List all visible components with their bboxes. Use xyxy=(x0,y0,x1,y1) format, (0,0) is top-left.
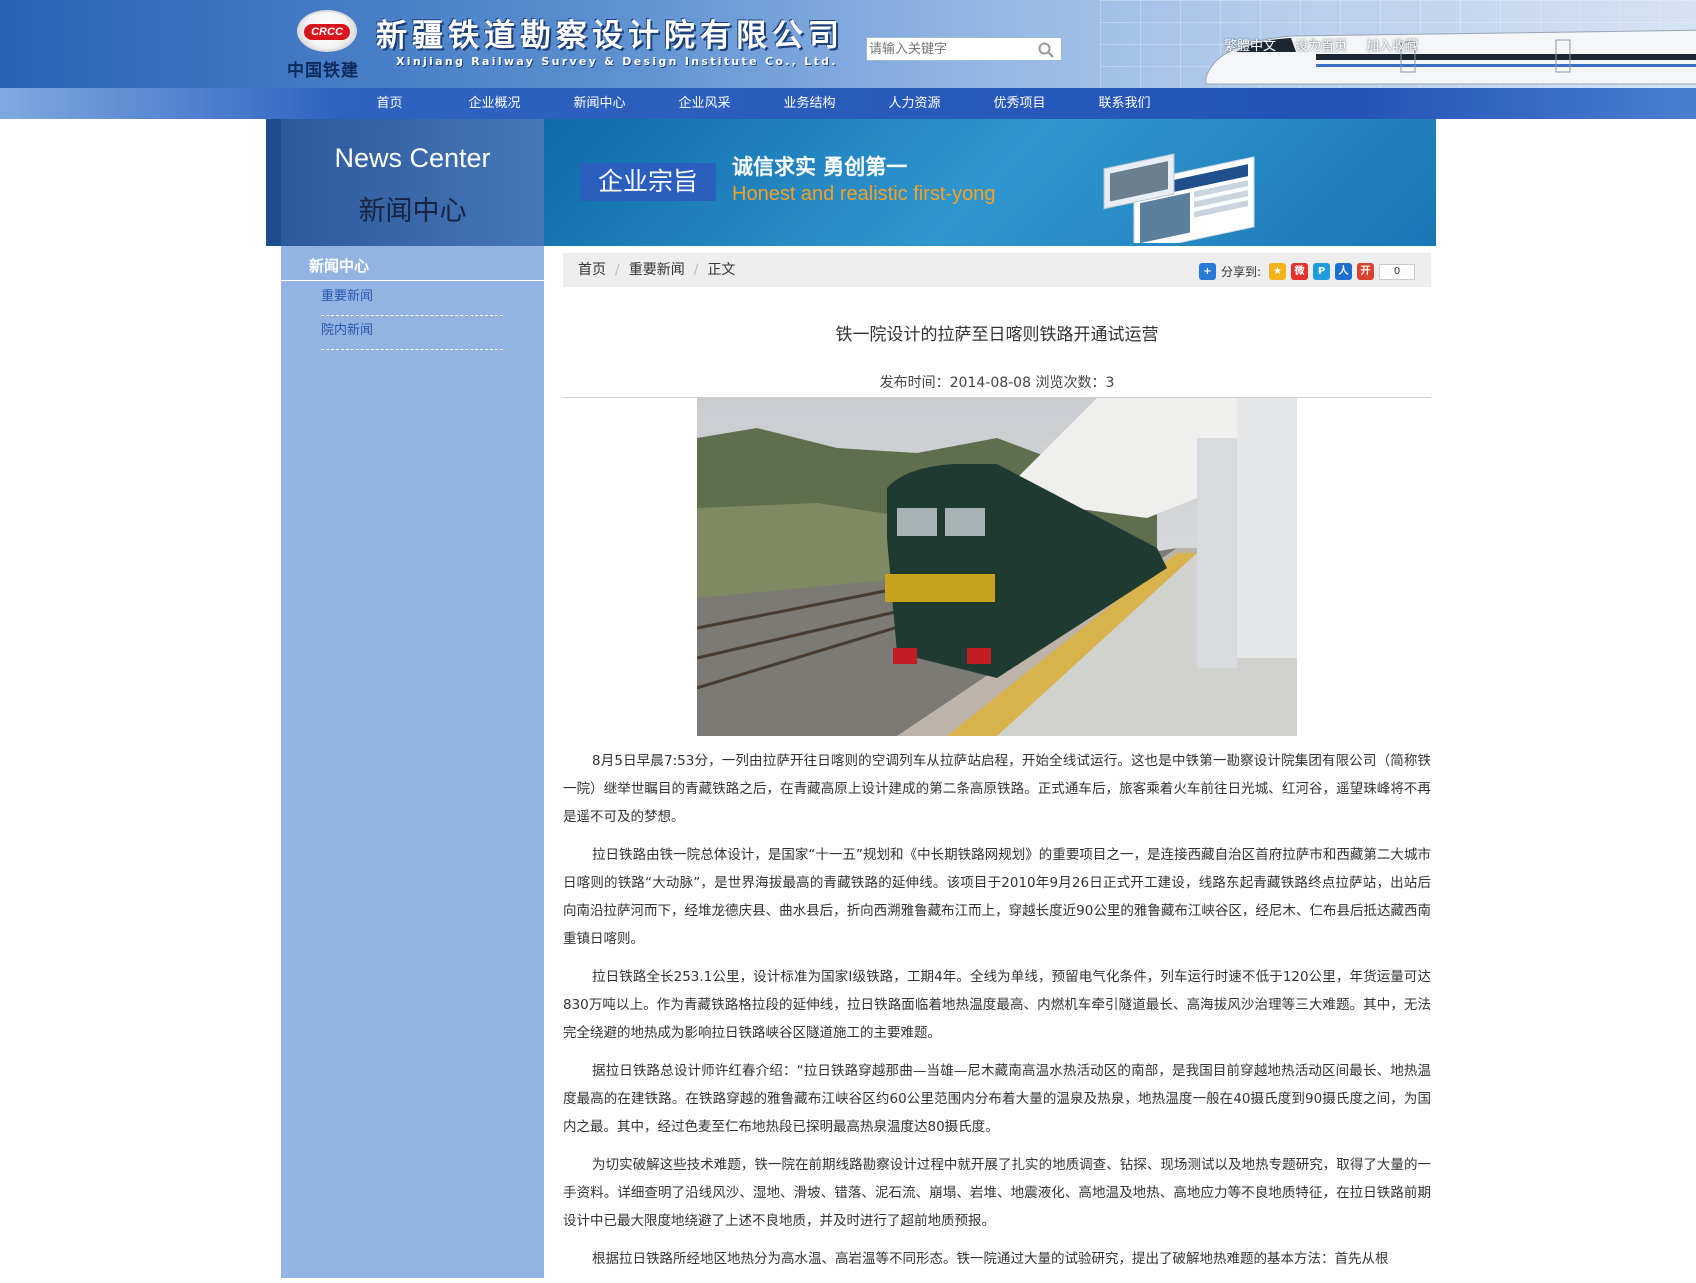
article-paragraph: 据拉日铁路总设计师许红春介绍：“拉日铁路穿越那曲—当雄—尼木藏南高温水热活动区的… xyxy=(563,1063,1431,1135)
nav-item-overview[interactable]: 企业概况 xyxy=(442,88,547,119)
renren-share-icon[interactable]: 人 xyxy=(1335,263,1352,280)
motto-en: Honest and realistic first-yong xyxy=(732,183,996,205)
nav-item-projects[interactable]: 优秀项目 xyxy=(967,88,1072,119)
crcc-logo[interactable]: CRCC 中国铁建 xyxy=(287,8,367,81)
weibo-share-icon[interactable]: 微 xyxy=(1291,263,1308,280)
qzone-share-icon[interactable]: ★ xyxy=(1269,263,1286,280)
logo-badge: CRCC xyxy=(304,24,350,40)
nav-item-contact[interactable]: 联系我们 xyxy=(1072,88,1177,119)
breadcrumb-bar: 首页 / 重要新闻 / 正文 + 分享到: ★ 微 P 人开 0 xyxy=(563,253,1431,287)
globe-emblem-icon: CRCC xyxy=(297,10,357,52)
sidebar: 新闻中心 重要新闻 院内新闻 xyxy=(281,246,544,1278)
breadcrumb-home[interactable]: 首页 xyxy=(578,262,606,278)
sidebar-item-important-news[interactable]: 重要新闻 xyxy=(321,282,503,316)
article-paragraph: 拉日铁路全长253.1公里，设计标准为国家Ⅰ级铁路，工期4年。全线为单线，预留电… xyxy=(563,969,1431,1041)
link-add-favorite[interactable]: 加入收藏 xyxy=(1366,39,1418,54)
share-toolbar: + 分享到: ★ 微 P 人开 0 xyxy=(1198,261,1415,281)
motto-banner: 企业宗旨 诚信求实 勇创第一 Honest and realistic firs… xyxy=(544,119,1436,246)
article-meta: 发布时间：2014-08-08 浏览次数：3 xyxy=(879,375,1115,391)
article-body: 8月5日早晨7:53分，一列由拉萨开往日喀则的空调列车从拉萨站启程，开始全线试运… xyxy=(563,747,1431,1283)
breadcrumb-separator: / xyxy=(693,262,699,278)
article-paragraph: 为切实破解这些技术难题，铁一院在前期线路勘察设计过程中就开展了扎实的地质调查、钻… xyxy=(563,1157,1431,1229)
search-icon[interactable] xyxy=(1037,41,1055,59)
section-banner-title: News Center 新闻中心 xyxy=(266,119,544,246)
nav-item-home[interactable]: 首页 xyxy=(337,88,442,119)
article-paragraph: 根据拉日铁路所经地区地热分为高水温、高岩温等不同形态。铁一院通过大量的试验研究，… xyxy=(592,1251,1389,1267)
article-title: 铁一院设计的拉萨至日喀则铁路开通试运营 xyxy=(835,325,1159,345)
site-header: CRCC 中国铁建 新疆铁道勘察设计院有限公司 Xinjiang Railway… xyxy=(0,0,1696,88)
sidebar-title[interactable]: 新闻中心 xyxy=(309,255,369,276)
train-photo xyxy=(697,398,1297,736)
sidebar-item-internal-news[interactable]: 院内新闻 xyxy=(321,316,503,350)
motto-cn: 诚信求实 勇创第一 xyxy=(732,155,908,179)
search-box xyxy=(866,37,1062,61)
tencent-weibo-share-icon[interactable]: P xyxy=(1313,263,1330,280)
motto-badge: 企业宗旨 xyxy=(580,163,716,201)
section-title-cn: 新闻中心 xyxy=(358,196,467,227)
share-label[interactable]: 分享到: xyxy=(1221,263,1261,280)
top-links: 繁體中文 设为首页 加入收藏 xyxy=(1224,35,1432,54)
main-nav: 首页 企业概况 新闻中心 企业风采 业务结构 人力资源 优秀项目 联系我们 xyxy=(0,88,1696,119)
website-screens-illustration xyxy=(1103,153,1255,243)
section-title-en: News Center xyxy=(334,143,491,173)
breadcrumb-important-news[interactable]: 重要新闻 xyxy=(629,262,685,278)
link-traditional-chinese[interactable]: 繁體中文 xyxy=(1224,39,1276,54)
nav-item-hr[interactable]: 人力资源 xyxy=(862,88,967,119)
search-input[interactable] xyxy=(869,40,1029,58)
share-plus-icon[interactable]: + xyxy=(1198,263,1216,280)
link-set-homepage[interactable]: 设为首页 xyxy=(1295,39,1347,54)
nav-item-news[interactable]: 新闻中心 xyxy=(547,88,652,119)
article-paragraph: 8月5日早晨7:53分，一列由拉萨开往日喀则的空调列车从拉萨站启程，开始全线试运… xyxy=(563,753,1431,825)
company-name-en: Xinjiang Railway Survey & Design Institu… xyxy=(396,55,838,68)
company-name-cn: 新疆铁道勘察设计院有限公司 xyxy=(376,18,844,54)
breadcrumb-separator: / xyxy=(615,262,620,278)
breadcrumb-current: 正文 xyxy=(707,262,736,278)
nav-item-style[interactable]: 企业风采 xyxy=(652,88,757,119)
share-count: 0 xyxy=(1379,263,1415,280)
kaixin-share-icon[interactable]: 开 xyxy=(1357,263,1374,280)
article-paragraph: 拉日铁路由铁一院总体设计，是国家“十一五”规划和《中长期铁路网规划》的重要项目之… xyxy=(563,847,1431,947)
breadcrumb: 首页 / 重要新闻 / 正文 xyxy=(578,253,735,287)
logo-text: 中国铁建 xyxy=(287,61,359,81)
nav-item-business[interactable]: 业务结构 xyxy=(757,88,862,119)
sidebar-divider xyxy=(281,280,544,281)
